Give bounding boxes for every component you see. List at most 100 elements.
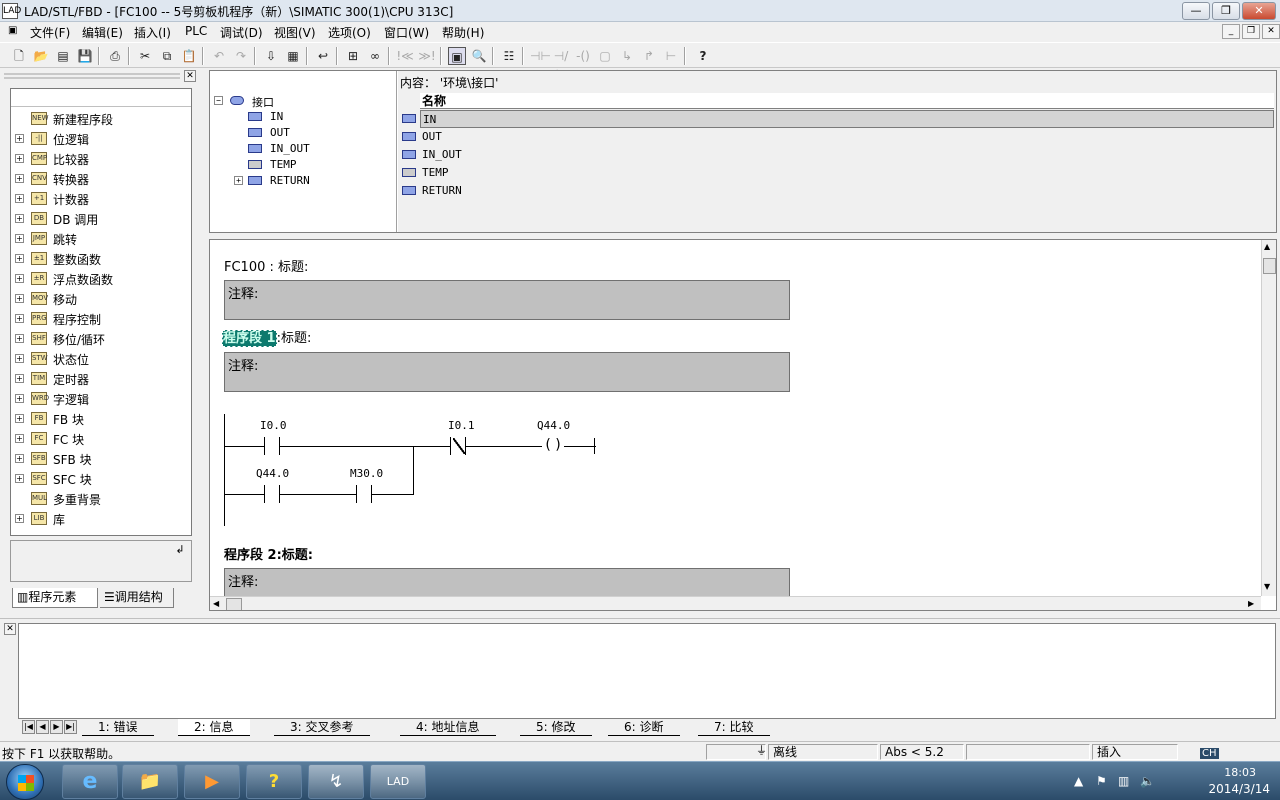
branch-open-icon[interactable]: ↳ <box>618 47 636 65</box>
taskbar-lad[interactable]: LAD <box>370 764 426 799</box>
tree-item[interactable]: + JMP 跳转 <box>11 229 191 249</box>
view-icon[interactable]: ∞ <box>366 47 384 65</box>
help-icon[interactable]: ? <box>694 47 712 65</box>
panel-close-icon[interactable]: ✕ <box>184 70 196 82</box>
tree-item[interactable]: + SFB SFB 块 <box>11 449 191 469</box>
undo-icon[interactable]: ↶ <box>210 47 228 65</box>
expand-icon[interactable]: + <box>15 334 24 343</box>
tree-item[interactable]: NEW 新建程序段 <box>11 109 191 129</box>
app-icon[interactable]: LAD <box>2 3 21 19</box>
expand-icon[interactable]: + <box>15 454 24 463</box>
expand-icon[interactable]: + <box>15 434 24 443</box>
tab-errors[interactable]: 1: 错误 <box>82 719 154 736</box>
scroll-down-icon[interactable]: ▼ <box>1264 582 1270 591</box>
menu-view[interactable]: 视图(V) <box>274 24 316 41</box>
segment-1-header[interactable]: 程序段 1:标题: <box>222 327 311 347</box>
expand-icon[interactable]: + <box>15 514 24 523</box>
tab-call-structure[interactable]: ☰调用结构 <box>100 588 174 608</box>
tree-item[interactable]: + STW 状态位 <box>11 349 191 369</box>
new-icon[interactable]: 🗋 <box>10 47 28 65</box>
expand-icon[interactable]: + <box>15 294 24 303</box>
tab-diagnostics[interactable]: 6: 诊断 <box>608 719 680 736</box>
tree-item[interactable]: + SFC SFC 块 <box>11 469 191 489</box>
menu-options[interactable]: 选项(O) <box>328 24 371 41</box>
mdi-close-button[interactable]: ✕ <box>1262 24 1280 39</box>
contact-icon[interactable]: ⊣⊢ <box>530 47 551 65</box>
mdi-minimize-button[interactable]: _ <box>1222 24 1240 39</box>
back-icon[interactable]: ↩ <box>314 47 332 65</box>
taskbar-simatic[interactable]: ↯ <box>308 764 364 799</box>
next-tab-icon[interactable]: ▶ <box>50 720 63 734</box>
expand-icon[interactable]: + <box>15 394 24 403</box>
tree-item[interactable]: + ±R 浮点数函数 <box>11 269 191 289</box>
scroll-right-icon[interactable]: ▶ <box>1248 599 1254 608</box>
table-row[interactable]: IN_OUT <box>398 146 1276 164</box>
prev-icon[interactable]: !≪ <box>396 47 414 65</box>
tree-item[interactable]: + CMP 比较器 <box>11 149 191 169</box>
taskbar-explorer[interactable]: 📁 <box>122 764 178 799</box>
tab-compare[interactable]: 7: 比较 <box>698 719 770 736</box>
scroll-left-icon[interactable]: ◀ <box>213 599 219 608</box>
first-tab-icon[interactable]: |◀ <box>22 720 35 734</box>
expand-icon[interactable]: + <box>15 194 24 203</box>
coil-q44-0[interactable]: ( ) <box>542 437 564 455</box>
cut-icon[interactable]: ✂ <box>136 47 154 65</box>
coil-icon[interactable]: -() <box>574 47 592 65</box>
tree-item[interactable]: + SHF 移位/循环 <box>11 329 191 349</box>
load-icon[interactable]: ⇩ <box>262 47 280 65</box>
taskbar-media[interactable]: ▶ <box>184 764 240 799</box>
detail-icon[interactable]: 🔍 <box>470 47 488 65</box>
insert-element-icon[interactable]: ↲ <box>171 543 189 561</box>
scroll-thumb[interactable] <box>226 598 242 610</box>
menu-edit[interactable]: 编辑(E) <box>82 24 123 41</box>
menu-plc[interactable]: PLC <box>185 24 207 38</box>
tab-info[interactable]: 2: 信息 <box>178 719 250 736</box>
expand-icon[interactable]: + <box>15 214 24 223</box>
segment-2-header[interactable]: 程序段 2:标题: <box>224 544 313 563</box>
branch-close-icon[interactable]: ↱ <box>640 47 658 65</box>
taskbar-ie[interactable]: e <box>62 764 118 799</box>
network-tray-icon[interactable]: ▥ <box>1118 774 1129 788</box>
tab-cross-reference[interactable]: 3: 交叉参考 <box>274 719 370 736</box>
tray-expand-icon[interactable]: ▲ <box>1074 774 1083 788</box>
next-icon[interactable]: ≫! <box>418 47 436 65</box>
tree-item[interactable]: + FC FC 块 <box>11 429 191 449</box>
expand-icon[interactable]: + <box>15 474 24 483</box>
tree-item[interactable]: + FB FB 块 <box>11 409 191 429</box>
open-icon[interactable]: 📂 <box>32 47 50 65</box>
expand-icon[interactable]: + <box>15 254 24 263</box>
copy-icon[interactable]: ⧉ <box>158 47 176 65</box>
block-comment[interactable]: 注释: <box>224 280 790 320</box>
last-tab-icon[interactable]: ▶| <box>64 720 77 734</box>
accessible-icon[interactable]: ▤ <box>54 47 72 65</box>
contact-m30-0[interactable] <box>356 485 372 503</box>
menu-window[interactable]: 窗口(W) <box>384 24 429 41</box>
expand-icon[interactable]: + <box>15 414 24 423</box>
vertical-scrollbar[interactable]: ▲ ▼ <box>1261 240 1276 596</box>
menu-doc-icon[interactable]: ▣ <box>8 25 17 36</box>
horizontal-scrollbar[interactable]: ◀ ▶ <box>210 596 1261 610</box>
close-button[interactable]: ✕ <box>1242 2 1276 20</box>
collapse-icon[interactable]: − <box>214 96 223 105</box>
connection-icon[interactable]: ⊢ <box>662 47 680 65</box>
contact-i0-1[interactable] <box>450 437 466 455</box>
tree-item[interactable]: + LIB 库 <box>11 509 191 529</box>
save-icon[interactable]: 💾 <box>76 47 94 65</box>
flag-icon[interactable]: ⚑ <box>1096 774 1107 788</box>
tree-item[interactable]: + TIM 定时器 <box>11 369 191 389</box>
menu-file[interactable]: 文件(F) <box>30 24 70 41</box>
scroll-up-icon[interactable]: ▲ <box>1264 242 1270 251</box>
expand-icon[interactable]: + <box>15 374 24 383</box>
scroll-thumb[interactable] <box>1263 258 1276 274</box>
column-header-name[interactable]: 名称 <box>420 93 1274 109</box>
tree-item[interactable]: + +1 计数器 <box>11 189 191 209</box>
tab-modify[interactable]: 5: 修改 <box>520 719 592 736</box>
new-network-icon[interactable]: ☷ <box>500 47 518 65</box>
online-icon[interactable]: ▦ <box>284 47 302 65</box>
table-row[interactable]: TEMP <box>398 164 1276 182</box>
start-button[interactable] <box>6 764 44 800</box>
panel-grip[interactable] <box>4 73 180 79</box>
taskbar-help[interactable]: ? <box>246 764 302 799</box>
paste-icon[interactable]: 📋 <box>180 47 198 65</box>
expand-icon[interactable]: + <box>15 174 24 183</box>
